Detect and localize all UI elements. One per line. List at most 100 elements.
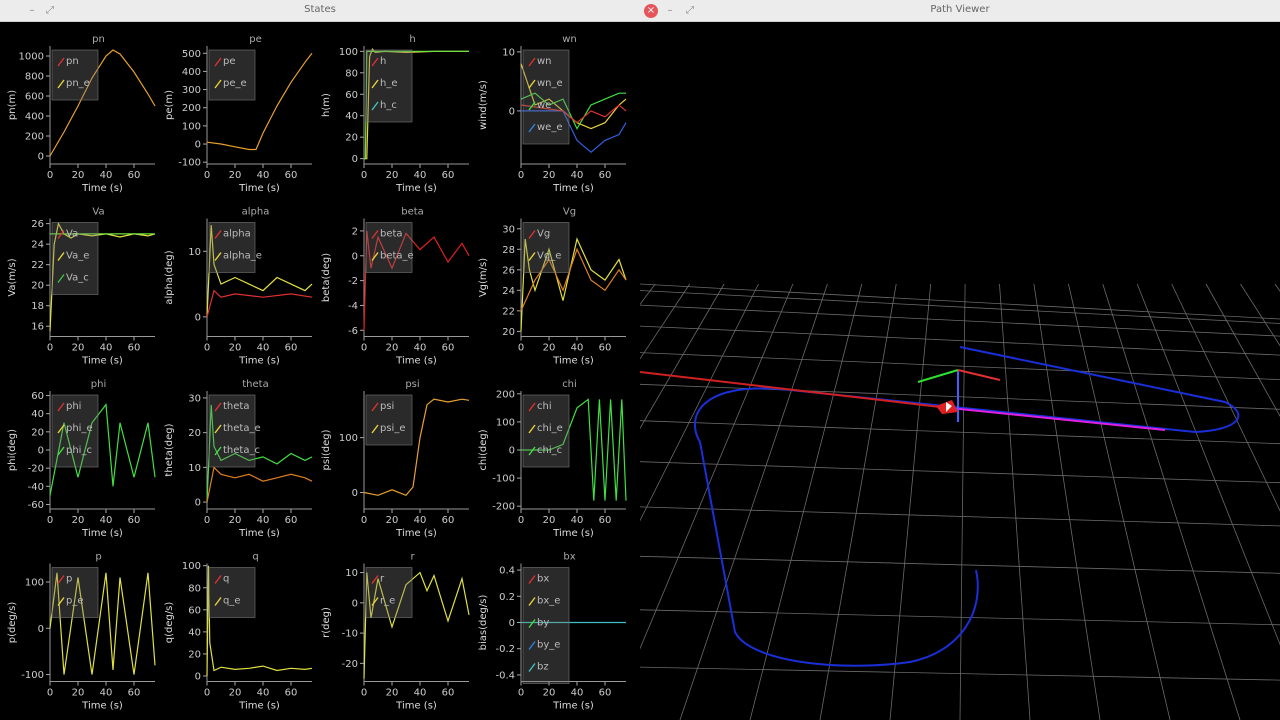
legend-entry: theta_e	[223, 423, 261, 434]
y-tick-label: -2	[348, 276, 358, 287]
y-tick-label: 10	[188, 247, 201, 258]
plot-wn[interactable]: wn 0 10 0 20 40 60 Time (s) wind(m/s) wn wn_ewe we_…	[478, 34, 627, 194]
window-title: Path Viewer	[930, 4, 990, 15]
plot-title: wn	[562, 34, 577, 45]
plot-title: psi	[405, 379, 419, 390]
y-tick-label: 0	[509, 106, 515, 117]
plot-q[interactable]: q 0 20 40 60 80 100 0 20 40 60 Time (s) q(deg/s) q q_e	[164, 552, 313, 712]
series-alpha	[206, 289, 313, 317]
x-tick-label: 0	[518, 343, 524, 354]
y-axis-label: Vg(m/s)	[478, 258, 489, 297]
y-tick-label: -6	[348, 326, 358, 337]
plot-psi[interactable]: psi 0 100 0 20 40 60 Time (s) psi(deg) psi psi_e	[321, 379, 470, 539]
legend: chi chi_e chi_c	[522, 394, 570, 468]
x-tick-label: 60	[442, 170, 455, 181]
y-tick-label: 22	[31, 260, 44, 271]
legend-entry: chi_c	[537, 445, 562, 456]
x-tick-label: 40	[571, 515, 584, 526]
x-tick-label: 20	[72, 688, 85, 699]
plot-h[interactable]: h 0 20 40 60 80 100 0 20 40 60 Time (s) h(m) h h_e h_c	[321, 34, 469, 194]
legend: p p_e	[51, 567, 99, 618]
plot-alpha[interactable]: alpha0100 20 40 60Time (s)alpha(deg)alphaal…	[164, 207, 313, 367]
legend-entry: phi	[66, 401, 81, 412]
states-window: – ⤢ States pn 0 200 400 600 800 1000 0 20 40 60 Tim…	[0, 0, 640, 720]
states-titlebar[interactable]: – ⤢ States	[0, 0, 640, 22]
plot-phi[interactable]: phi -60 -40 -20 0 20 40 60 0 20 40 60 Time (s) phi(de…	[7, 379, 156, 539]
plot-title: pe	[249, 34, 262, 45]
aircraft-icon	[936, 400, 958, 414]
y-tick-label: 400	[182, 67, 201, 78]
y-tick-label: 24	[502, 286, 515, 297]
series-theta	[206, 466, 313, 503]
legend: Vg Vg_e	[522, 222, 570, 273]
x-tick-label: 40	[571, 170, 584, 181]
x-tick-label: 0	[361, 515, 367, 526]
plot-theta[interactable]: theta 0 10 20 30 0 20 40 60 Time (s) theta(deg) the…	[164, 379, 313, 539]
legend-entry: Va_c	[66, 273, 89, 284]
legend: pn pn_e	[51, 49, 99, 101]
y-tick-label: 1000	[19, 52, 44, 63]
x-tick-label: 40	[414, 170, 427, 181]
y-tick-label: 40	[345, 111, 358, 122]
x-tick-label: 0	[47, 170, 53, 181]
x-tick-label: 40	[257, 515, 270, 526]
y-tick-label: 10	[188, 463, 201, 474]
plot-beta[interactable]: beta-6-4-2020 20 40 60Time (s)beta(deg)beta…	[321, 207, 470, 367]
viewer-titlebar[interactable]: × – ⤢ Path Viewer	[640, 0, 1280, 22]
y-tick-label: 80	[345, 68, 358, 79]
y-tick-label: -4	[348, 301, 358, 312]
x-axis-label: Time (s)	[238, 701, 280, 712]
plot-bx[interactable]: bx -0.4 -0.2 0 0.2 0.4 0 20 40 60 Time (s) bias(deg…	[478, 552, 626, 712]
legend-entry: pe	[223, 56, 236, 67]
legend: rr_e	[365, 567, 413, 618]
plot-pn[interactable]: pn 0 200 400 600 800 1000 0 20 40 60 Time (s) pn(m) p…	[7, 34, 156, 194]
y-tick-label: 0	[352, 598, 358, 609]
x-axis-label: Time (s)	[81, 356, 123, 367]
y-tick-label: 20	[31, 427, 44, 438]
y-tick-label: 100	[496, 417, 515, 428]
y-axis-label: bias(deg/s)	[478, 595, 489, 651]
legend-entry: theta_c	[223, 445, 260, 456]
legend-entry: wn	[537, 56, 552, 67]
plot-r[interactable]: r -20 -10 0 10 0 20 40 60 Time (s) r(deg) rr_e	[321, 552, 470, 712]
x-tick-label: 60	[599, 688, 612, 699]
y-tick-label: 18	[31, 301, 44, 312]
legend: beta beta_e	[365, 222, 414, 273]
legend-entry: chi_e	[537, 423, 563, 434]
x-axis-label: Time (s)	[552, 356, 594, 367]
y-tick-label: -20	[342, 659, 358, 670]
legend-entry: alpha	[223, 229, 251, 240]
legend-entry: beta_e	[380, 251, 414, 262]
x-axis-label: Time (s)	[395, 528, 437, 539]
x-tick-label: 20	[543, 515, 556, 526]
y-axis-label: r(deg)	[321, 607, 332, 638]
plot-Vg[interactable]: Vg2022242628300 20 40 60Time (s)Vg(m/s)VgVg…	[478, 207, 627, 367]
plot-pe[interactable]: pe-10001002003004005000 20 40 60Time (s)pe(…	[164, 34, 313, 194]
plot-chi[interactable]: chi -200 -100 0 100 200 0 20 40 60 Time (s) chi(deg…	[478, 379, 627, 539]
x-tick-label: 20	[386, 688, 399, 699]
legend-entry: p	[66, 574, 72, 585]
x-tick-label: 40	[100, 515, 113, 526]
x-tick-label: 20	[72, 343, 85, 354]
plot-Va[interactable]: Va1618202224260 20 40 60Time (s)Va(m/s)VaVa…	[7, 207, 156, 367]
plot-p[interactable]: p-10001000 20 40 60Time (s)p(deg/s)pp_e	[7, 552, 156, 712]
legend: bx bx_eby by_ebz	[522, 567, 570, 684]
y-tick-label: 10	[502, 47, 515, 58]
x-axis-label: Time (s)	[238, 528, 280, 539]
x-tick-label: 0	[204, 688, 210, 699]
y-tick-label: 0.4	[499, 566, 515, 577]
y-tick-label: 0	[38, 152, 44, 163]
x-tick-label: 60	[442, 343, 455, 354]
legend-entry: psi	[380, 401, 394, 412]
y-tick-label: 100	[25, 578, 44, 589]
window-title: States	[304, 4, 336, 15]
x-tick-label: 60	[599, 343, 612, 354]
plot-title: Vg	[563, 207, 576, 218]
legend: Va Va_e Va_c	[51, 222, 99, 295]
x-tick-label: 0	[361, 688, 367, 699]
x-axis-label: Time (s)	[552, 528, 594, 539]
3d-viewport[interactable]	[640, 22, 1280, 720]
legend: phi phi_e phi_c	[51, 394, 99, 468]
y-tick-label: 0	[352, 488, 358, 499]
y-tick-label: -100	[178, 158, 201, 169]
